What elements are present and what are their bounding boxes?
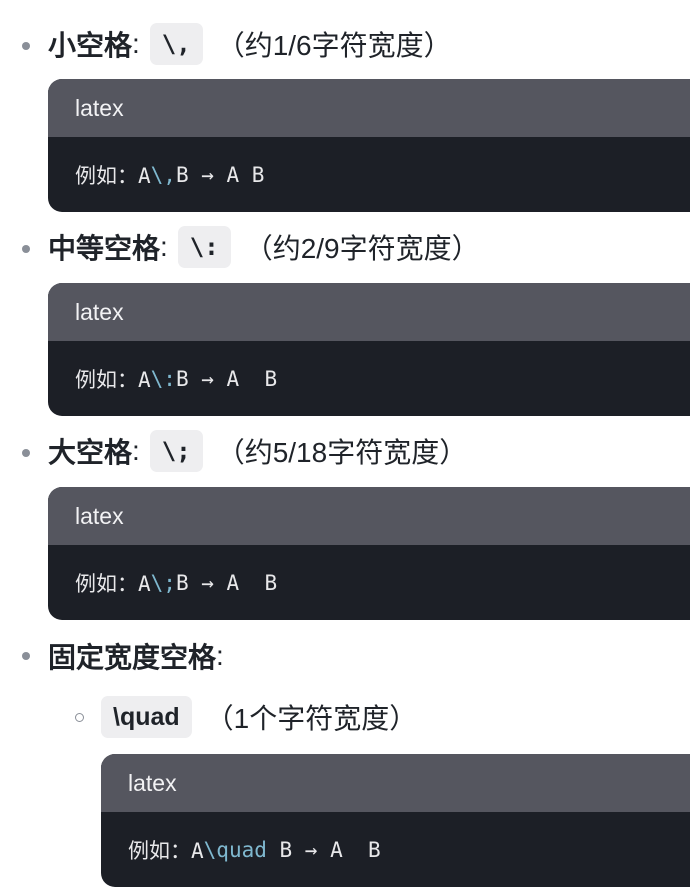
code-command: \, [150,162,176,187]
inline-code: \, [149,23,203,65]
code-block-language: latex [48,79,690,137]
code-text-suffix: B → A B [175,366,278,391]
code-block: latex 例如：A \quad B → A B [101,754,690,887]
code-block-language: latex [48,487,690,545]
item-term: 大空格 [48,437,133,468]
code-block-language: latex [101,754,690,812]
code-text-suffix: B → A B [175,162,265,187]
code-block-content: 例如：A \: B → A B [48,341,690,416]
code-block: latex 例如：A \: B → A B [48,283,690,416]
item-description: （约2/9字符宽度） [244,233,480,264]
item-description: （约5/18字符宽度） [216,437,468,468]
item-term: 固定宽度空格 [48,642,217,673]
inline-code: \quad [101,696,192,738]
item-term: 小空格 [48,30,133,61]
item-colon: : [216,640,224,671]
code-block-content: 例如：A \quad B → A B [101,812,690,887]
item-colon: : [132,28,140,59]
code-block-content: 例如：A \; B → A B [48,545,690,620]
bullet-icon [22,449,30,457]
item-colon: : [160,231,168,262]
item-description: （1个字符宽度） [205,703,418,734]
bullet-icon [22,245,30,253]
inline-code: \: [177,226,231,268]
code-text-suffix: B → A B [175,570,278,595]
hollow-bullet-icon [75,713,84,722]
code-text-prefix: 例如：A [75,571,151,596]
bullet-icon [22,652,30,660]
code-text-prefix: 例如：A [75,367,151,392]
code-block: latex 例如：A \; B → A B [48,487,690,620]
inline-code: \; [149,430,203,472]
code-command: \: [150,366,176,391]
code-block-content: 例如：A \, B → A B [48,137,690,212]
code-command: \; [150,570,176,595]
code-command: \quad [203,837,267,862]
code-block-language: latex [48,283,690,341]
bullet-icon [22,42,30,50]
code-text-prefix: 例如：A [128,838,204,863]
item-colon: : [132,435,140,466]
code-text-prefix: 例如：A [75,163,151,188]
item-term: 中等空格 [48,233,161,264]
item-description: （约1/6字符宽度） [216,30,452,61]
code-text-suffix: B → A B [266,837,381,862]
code-block: latex 例如：A \, B → A B [48,79,690,212]
